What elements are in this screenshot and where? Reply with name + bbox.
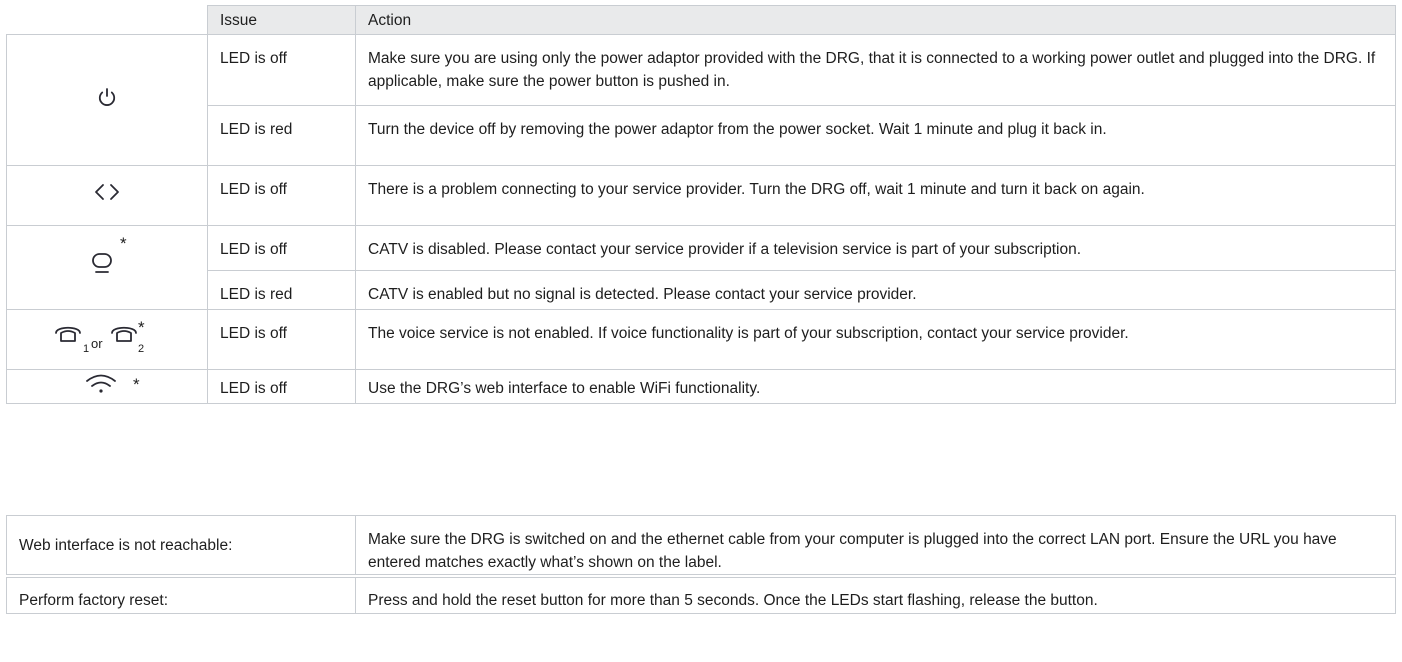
reset-action-cell: Press and hold the reset button for more… [355,577,1396,614]
factory-reset-table: Perform factory reset: Press and hold th… [6,577,1396,614]
table-header: Issue Action [6,5,1396,35]
phone-line-2-label: 2 [138,343,145,355]
action-cell: CATV is disabled. Please contact your se… [355,225,1396,271]
action-cell: Make sure you are using only the power a… [355,34,1396,106]
reset-issue-cell: Perform factory reset: [6,577,356,614]
issue-cell: LED is red [207,270,356,310]
table-row: Web interface is not reachable: Make sur… [6,515,1396,575]
table-row: * LED is off Use the DRG’s web interface… [6,369,1396,404]
phone-or-label: or [91,336,103,351]
action-cell: There is a problem connecting to your se… [355,165,1396,226]
action-cell: CATV is enabled but no signal is detecte… [355,270,1396,310]
issue-cell: LED is off [207,309,356,370]
issue-cell: LED is off [207,165,356,226]
issue-cell: LED is off [207,34,356,106]
phone-line-1-label: 1 [83,343,90,355]
table-row: LED is off Make sure you are using only … [6,34,1396,166]
header-issue: Issue [207,5,356,35]
wifi-icon [86,374,116,393]
phone-icon-line1 [55,326,81,342]
tv-icon-cell: * [6,225,208,310]
optional-asterisk: * [133,375,140,394]
internet-icon [95,184,119,200]
phone-icon-line2 [111,326,137,342]
table-row: LED is red Turn the device off by removi… [7,105,1396,166]
optional-asterisk: * [138,318,145,337]
web-issue-cell: Web interface is not reachable: [6,515,356,575]
table-row: LED is red CATV is enabled but no signal… [7,270,1396,310]
header-action: Action [355,5,1396,35]
power-icon-cell [6,34,208,166]
tv-icon [92,253,112,273]
header-blank [6,5,208,35]
phone-icon-cell: 1 or 2 * [6,309,208,370]
issue-cell: LED is off [207,225,356,271]
action-cell: The voice service is not enabled. If voi… [355,309,1396,370]
wifi-icon-cell: * [6,369,208,404]
action-cell: Use the DRG’s web interface to enable Wi… [355,369,1396,404]
issue-cell: LED is red [207,105,356,166]
troubleshooting-table: Issue Action LED is off Make sure you ar… [6,5,1396,404]
power-icon [98,87,116,106]
internet-icon-cell [6,165,208,226]
table-row: LED is off There is a problem connecting… [6,165,1396,226]
web-interface-table: Web interface is not reachable: Make sur… [6,515,1396,575]
optional-asterisk: * [120,234,127,253]
table-row: * LED is off CATV is disabled. Please co… [6,225,1396,310]
table-row: 1 or 2 * LED is off The voice service is… [6,309,1396,370]
issue-cell: LED is off [207,369,356,404]
action-cell: Turn the device off by removing the powe… [355,105,1396,166]
table-row: Perform factory reset: Press and hold th… [6,577,1396,614]
web-action-cell: Make sure the DRG is switched on and the… [355,515,1396,575]
